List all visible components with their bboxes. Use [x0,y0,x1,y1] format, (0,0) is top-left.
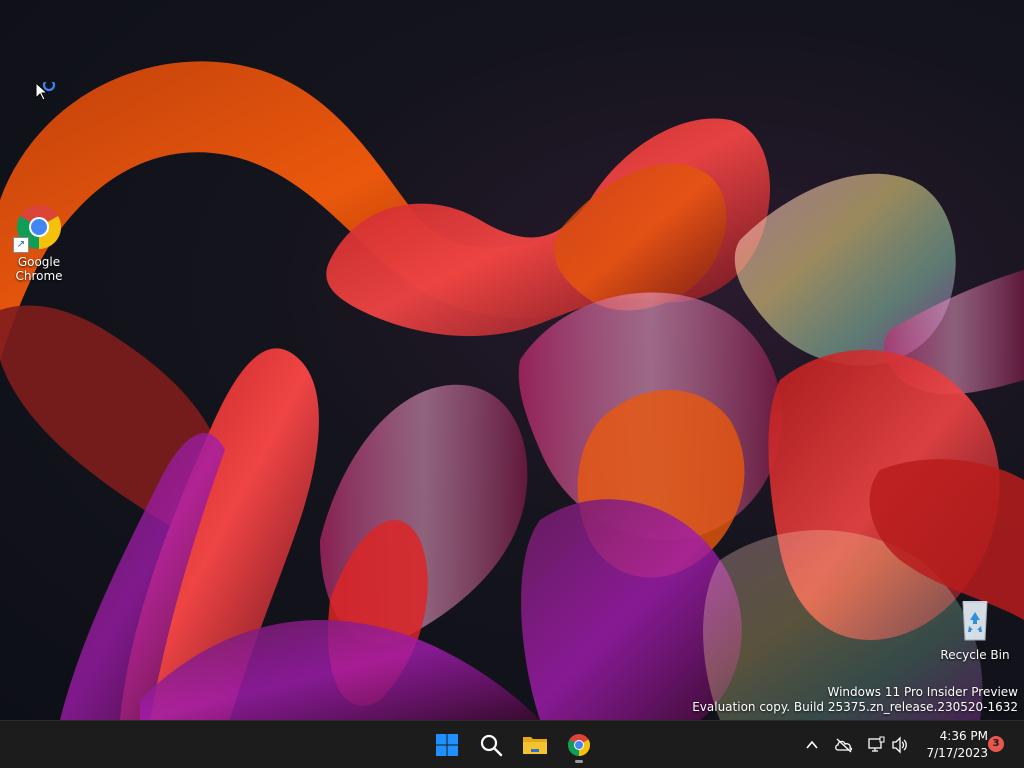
desktop-icon-label: Google Chrome [15,255,63,283]
busy-cursor-icon [35,82,56,101]
search-icon [480,734,503,757]
folder-icon [523,737,547,754]
chevron-up-icon [806,740,818,749]
search-button[interactable] [471,725,511,765]
network-icon [868,736,885,752]
windows-logo-icon [436,734,458,756]
shortcut-arrow-icon: ↗ [13,237,29,253]
taskbar: 4:36 PM 7/17/2023 [0,720,1024,768]
chrome-taskbar-button[interactable] [559,725,599,765]
cloud-offline-icon [835,738,853,753]
desktop-icon-label: Recycle Bin [940,648,1010,662]
watermark-edition: Windows 11 Pro Insider Preview [827,685,1018,699]
desktop-icon-google-chrome[interactable]: ↗ Google Chrome [1,203,77,283]
chrome-icon [568,734,590,756]
network-tray-button[interactable] [864,733,888,757]
evaluation-watermark: Windows 11 Pro Insider Preview Evaluatio… [692,685,1018,715]
notification-count-badge[interactable]: 3 [988,736,1004,752]
desktop[interactable]: ↗ Google Chrome Recycle Bin Windows 11 P… [0,0,1024,720]
volume-tray-button[interactable] [888,733,912,757]
desktop-icon-recycle-bin[interactable]: Recycle Bin [937,596,1013,662]
clock[interactable]: 4:36 PM 7/17/2023 [916,728,988,762]
show-hidden-icons-button[interactable] [800,733,824,757]
file-explorer-button[interactable] [515,725,555,765]
start-button[interactable] [427,725,467,765]
onedrive-tray-button[interactable] [832,733,856,757]
recycle-bin-icon [962,601,988,641]
wallpaper-ribbons [0,61,1024,720]
clock-time: 4:36 PM [939,729,988,743]
speaker-icon [892,736,907,754]
watermark-build: Evaluation copy. Build 25375.zn_release.… [692,700,1018,714]
clock-date: 7/17/2023 [926,746,988,760]
